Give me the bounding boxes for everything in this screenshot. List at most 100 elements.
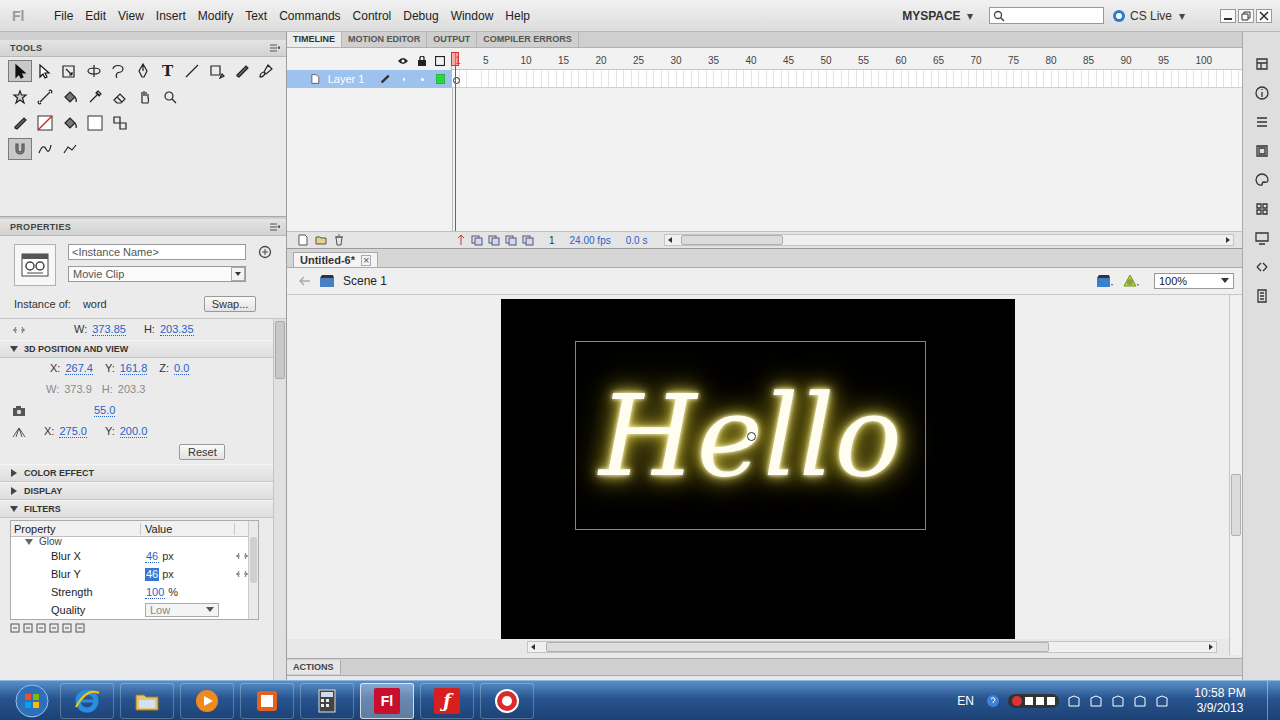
tray-icon[interactable] [1089,694,1103,708]
menu-item[interactable]: Debug [397,9,444,23]
help-icon[interactable] [986,694,1000,708]
search-input[interactable] [1005,8,1099,23]
panel-menu-icon[interactable] [270,44,280,52]
lock-icon[interactable] [417,56,427,66]
symbol-type-dropdown[interactable]: Movie Clip [68,266,246,282]
recorder-taskbar-button[interactable] [480,683,534,719]
word-movie-clip[interactable]: Hello [575,341,926,530]
link-icon[interactable] [12,325,26,335]
vanishing-point-value[interactable]: 275.0 [59,425,87,438]
dock-panel-icon[interactable] [1254,56,1270,72]
edit-scene-icon[interactable] [1096,273,1114,289]
menu-item[interactable]: Insert [150,9,192,23]
quality-dropdown[interactable]: Low [145,603,219,617]
stage-horizontal-scrollbar[interactable] [527,641,1217,653]
outline-icon[interactable] [435,56,445,66]
transform-tool[interactable] [57,60,81,82]
filter-tool-icon[interactable] [23,623,33,633]
start-button[interactable] [10,684,54,718]
center-frame-icon[interactable] [456,234,466,246]
edit-symbol-icon[interactable] [1122,273,1140,289]
arrow-tool[interactable] [8,60,32,82]
bucket-tool[interactable] [58,86,82,108]
menu-item[interactable]: File [48,9,79,23]
onion-skin-icon[interactable] [471,234,483,246]
dock-panel-icon[interactable] [1254,288,1270,304]
flash-pro-taskbar-button[interactable]: Fl [360,683,414,719]
filter-value[interactable]: 46 [145,550,159,563]
tray-icon[interactable] [1155,694,1169,708]
position-value[interactable]: 161.8 [120,362,148,375]
position-value[interactable]: 0.0 [174,362,189,375]
filter-row[interactable]: QualityLow [11,601,248,619]
link-icon[interactable] [235,551,249,561]
playhead[interactable] [455,52,456,231]
explorer-taskbar-button[interactable] [120,683,174,719]
scene-label[interactable]: Scene 1 [343,274,387,288]
media-taskbar-button[interactable] [180,683,234,719]
timeline-scrollbar[interactable] [664,234,1234,246]
filter-value[interactable]: 46 [145,568,159,581]
tray-icon[interactable] [1133,694,1147,708]
section-header[interactable]: FILTERS [0,500,273,518]
dock-panel-icon[interactable] [1254,143,1270,159]
ie-taskbar-button[interactable] [60,683,114,719]
size-value[interactable]: 373.85 [92,323,126,336]
zoom-tool[interactable] [158,86,182,108]
close-icon[interactable] [1256,9,1272,23]
filter-name-row[interactable]: Glow [11,537,248,547]
menu-item[interactable]: Window [445,9,500,23]
pencil-tool[interactable] [230,60,254,82]
onion-skin-icon[interactable] [522,234,534,246]
pen-tool[interactable] [131,60,155,82]
actions-panel[interactable]: ACTIONS [287,658,1242,676]
filter-value[interactable]: 100 [145,586,165,599]
panel-tab[interactable]: MOTION EDITOR [342,32,427,47]
tray-icon[interactable] [1067,694,1081,708]
layer-row[interactable]: Layer 1 [287,70,1242,88]
filter-scrollbar[interactable] [248,521,258,619]
stroke-pencil-tool[interactable] [8,112,32,134]
eraser-tool[interactable] [108,86,132,108]
dock-panel-icon[interactable] [1254,201,1270,217]
menu-item[interactable]: Commands [273,9,346,23]
perspective-value[interactable]: 55.0 [94,404,115,417]
rotate3d-tool[interactable] [82,60,106,82]
eyedropper-tool[interactable] [83,86,107,108]
section-header[interactable]: COLOR EFFECT [0,464,273,482]
onion-skin-icon[interactable] [488,234,500,246]
dock-panel-icon[interactable] [1254,230,1270,246]
instance-name-input[interactable] [68,244,246,260]
tray-icon[interactable] [1111,694,1125,708]
filter-tool-icon[interactable] [10,623,20,633]
dock-panel-icon[interactable] [1254,114,1270,130]
workspace-switcher[interactable]: MYSPACE ▾ [902,9,973,23]
swap-button[interactable]: Swap... [204,296,256,312]
properties-scrollbar[interactable] [273,319,286,680]
filter-row[interactable]: Blur X46px [11,547,248,565]
menu-item[interactable]: Modify [192,9,239,23]
dock-panel-icon[interactable] [1254,172,1270,188]
flash-player-taskbar-button[interactable]: ƒ [420,683,474,719]
menu-item[interactable]: Help [499,9,536,23]
panel-tab[interactable]: COMPILER ERRORS [477,32,579,47]
stage-vertical-scrollbar[interactable] [1229,295,1242,655]
filter-tool-icon[interactable] [49,623,59,633]
onion-skin-icon[interactable] [505,234,517,246]
swap-tool[interactable] [108,112,132,134]
menu-item[interactable]: View [112,9,150,23]
position-value[interactable]: 267.4 [65,362,93,375]
zoom-dropdown[interactable]: 100% [1154,273,1234,289]
office-taskbar-button[interactable] [240,683,294,719]
filter-tool-icon[interactable] [75,623,85,633]
filter-row[interactable]: Strength100% [11,583,248,601]
fill-bucket-tool[interactable] [58,112,82,134]
language-indicator[interactable]: EN [957,694,974,708]
calc-taskbar-button[interactable] [300,683,354,719]
visibility-dot[interactable] [403,78,406,81]
line-tool[interactable] [181,60,205,82]
panel-tab[interactable]: TIMELINE [287,32,342,47]
target-icon[interactable] [258,245,272,259]
filter-row[interactable]: Blur Y46px [11,565,248,583]
delete-layer-icon[interactable] [333,234,345,246]
